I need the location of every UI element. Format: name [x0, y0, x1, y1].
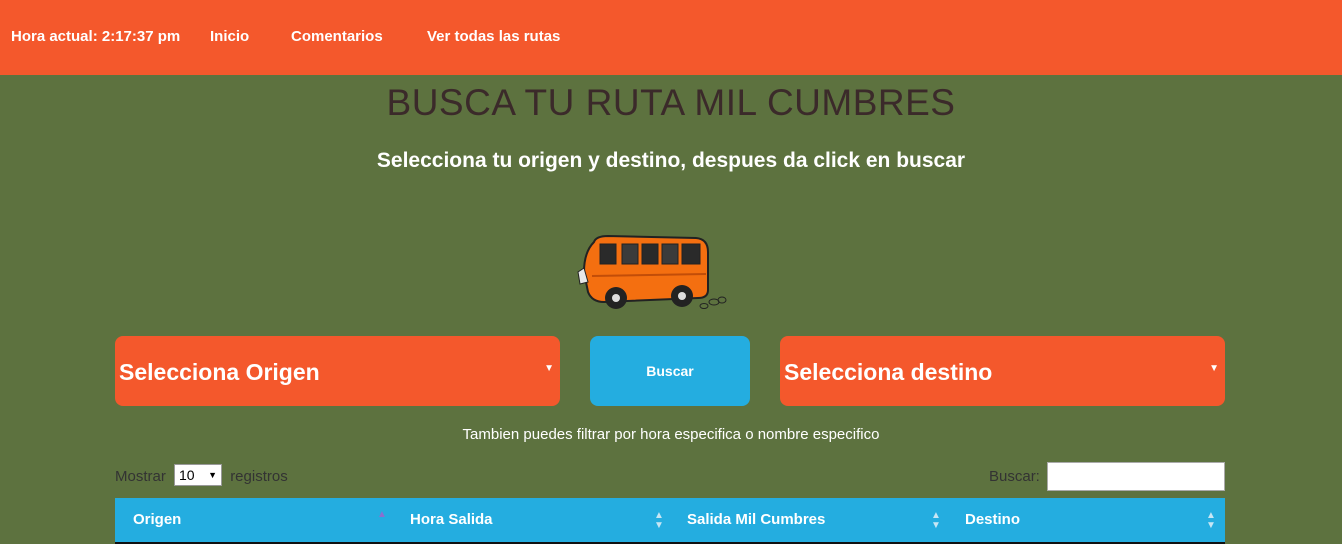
page-length-select[interactable]: 10 ▼ — [174, 464, 223, 486]
sort-icon: ▲ — [377, 509, 387, 520]
show-label: Mostrar — [115, 467, 166, 485]
table-header: Origen ▲ Hora Salida ▲ ▼ Salida Mil Cumbr… — [115, 498, 1225, 544]
nav-link-ver-todas-las-rutas[interactable]: Ver todas las rutas — [427, 28, 560, 45]
table-search-label: Buscar: — [989, 468, 1040, 485]
column-header-hora-salida[interactable]: Hora Salida ▲ ▼ — [410, 498, 665, 542]
bus-illustration — [577, 234, 727, 309]
nav-link-comentarios[interactable]: Comentarios — [291, 28, 383, 45]
column-header-label: Destino — [965, 511, 1021, 528]
page-length-value: 10 — [179, 467, 195, 483]
filter-hint: Tambien puedes filtrar por hora especifi… — [462, 426, 880, 443]
origin-select-label: Selecciona Origen — [119, 359, 320, 385]
table-length-control: Mostrar 10 ▼ registros — [115, 464, 288, 488]
page-title: BUSCA TU RUTA MIL CUMBRES — [386, 82, 956, 123]
table-search-input[interactable] — [1047, 462, 1225, 491]
records-label: registros — [230, 467, 288, 485]
nav-link-inicio[interactable]: Inicio — [210, 28, 249, 45]
column-header-label: Salida Mil Cumbres — [687, 511, 826, 528]
caret-down-icon: ▼ — [544, 363, 554, 374]
destination-select-label: Selecciona destino — [784, 359, 993, 385]
top-navbar: Hora actual: 2:17:37 pm Inicio Comentari… — [0, 0, 1342, 75]
sort-icon: ▲ ▼ — [1206, 510, 1216, 531]
caret-down-icon: ▼ — [1209, 363, 1219, 374]
column-header-label: Hora Salida — [410, 511, 493, 528]
current-time: Hora actual: 2:17:37 pm — [11, 28, 181, 45]
page-subtitle: Selecciona tu origen y destino, despues … — [376, 149, 966, 172]
column-header-origen[interactable]: Origen ▲ — [133, 498, 388, 542]
origin-select[interactable]: Selecciona Origen ▼ — [115, 336, 560, 406]
sort-icon: ▲ ▼ — [654, 510, 664, 531]
caret-down-icon: ▼ — [208, 470, 218, 480]
destination-select[interactable]: Selecciona destino ▼ — [780, 336, 1225, 406]
column-header-salida-mil-cumbres[interactable]: Salida Mil Cumbres ▲ ▼ — [687, 498, 942, 542]
sort-icon: ▲ ▼ — [931, 510, 941, 531]
search-button[interactable]: Buscar — [590, 336, 750, 406]
column-header-destino[interactable]: Destino ▲ ▼ — [965, 498, 1220, 542]
column-header-label: Origen — [133, 511, 182, 528]
